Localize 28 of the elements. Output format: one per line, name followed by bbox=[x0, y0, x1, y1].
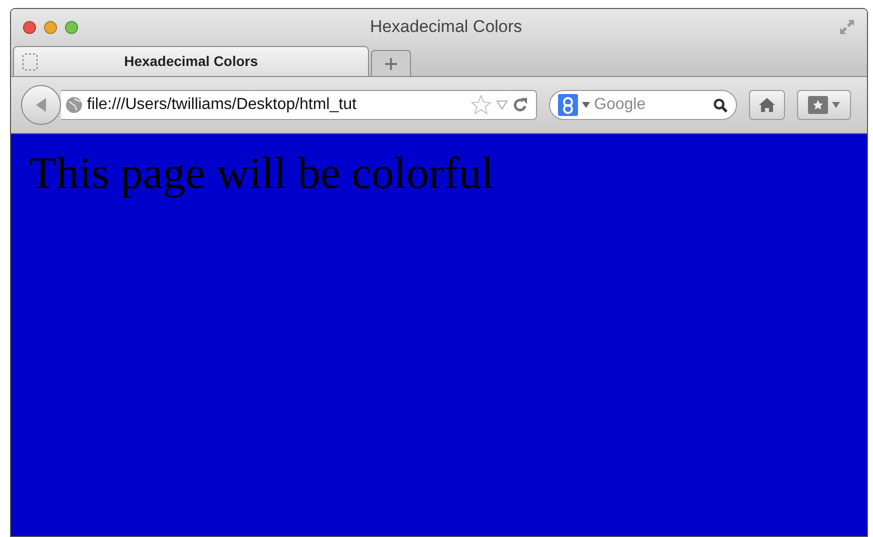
reload-icon[interactable] bbox=[512, 97, 528, 113]
tab-title: Hexadecimal Colors bbox=[123, 52, 259, 71]
home-button[interactable] bbox=[749, 90, 785, 120]
back-button[interactable] bbox=[21, 85, 61, 125]
window-title: Hexadecimal Colors bbox=[368, 16, 524, 38]
globe-icon bbox=[65, 96, 83, 114]
search-field[interactable]: Google bbox=[594, 93, 709, 117]
bookmarks-button[interactable] bbox=[797, 90, 851, 120]
new-tab-button[interactable] bbox=[371, 50, 411, 76]
close-button[interactable] bbox=[23, 20, 36, 34]
house-icon bbox=[758, 97, 776, 113]
browser-tab[interactable]: Hexadecimal Colors bbox=[13, 46, 369, 76]
page-heading: This page will be colorful bbox=[29, 147, 495, 200]
address-bar[interactable]: file:///Users/twilliams/Desktop/html_tut bbox=[61, 90, 537, 120]
plus-icon bbox=[384, 56, 398, 70]
star-icon[interactable] bbox=[470, 94, 492, 116]
search-bar[interactable]: Google bbox=[549, 90, 737, 120]
search-engine-icon[interactable] bbox=[558, 94, 578, 116]
left-triangle-icon bbox=[34, 97, 48, 113]
search-icon[interactable] bbox=[713, 98, 728, 112]
minimize-button[interactable] bbox=[44, 20, 57, 34]
fullscreen-icon[interactable] bbox=[839, 19, 855, 35]
page-icon bbox=[22, 52, 38, 70]
star-box-icon bbox=[808, 96, 828, 114]
zoom-button[interactable] bbox=[65, 20, 78, 34]
url-field[interactable]: file:///Users/twilliams/Desktop/html_tut bbox=[87, 93, 466, 117]
dropdown-triangle-icon[interactable] bbox=[582, 102, 590, 108]
caret-icon bbox=[832, 102, 840, 108]
